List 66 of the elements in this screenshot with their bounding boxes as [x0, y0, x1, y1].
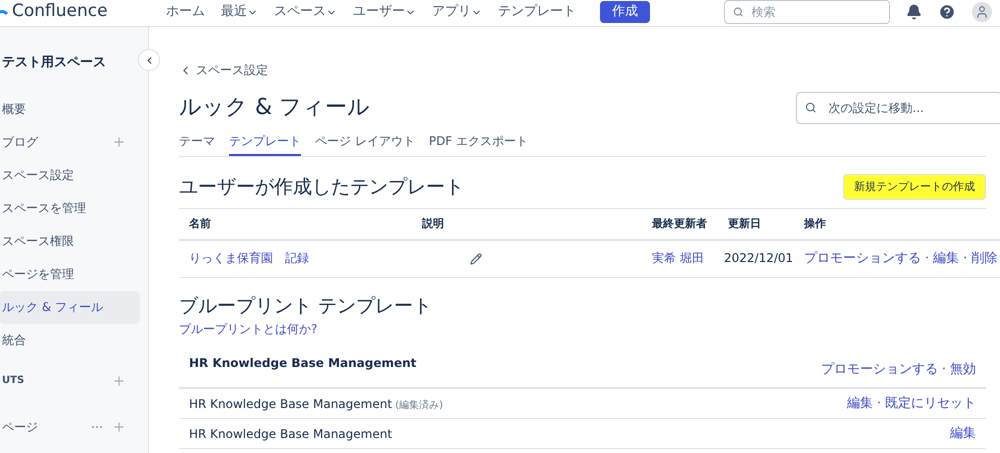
action-link[interactable]: プロモーションする [820, 360, 938, 379]
action-link[interactable]: 削除 [971, 249, 998, 268]
help-link[interactable]: ブループリントとは何か? [179, 320, 318, 338]
sidebar-item[interactable]: ページを管理 [0, 258, 140, 290]
sidebar-item[interactable]: ルック & フィール [0, 290, 140, 324]
nav-menu[interactable]: アプリ [432, 2, 482, 22]
sidebar-item[interactable]: 統合 [0, 324, 140, 356]
column-header: 名前 [179, 208, 412, 241]
sidebar-item[interactable]: スペースを管理 [0, 192, 140, 224]
column-header: 最終更新者 [642, 208, 718, 241]
search-field[interactable]: 検索 [724, 0, 890, 24]
settings-search-field[interactable]: 次の設定に移動... [796, 92, 1000, 124]
blueprint-name: HR Knowledge Base Management [189, 355, 416, 372]
nav-menu[interactable]: ホーム [166, 2, 205, 22]
separator-dot: · [963, 250, 968, 268]
help-icon[interactable] [938, 3, 956, 21]
add-icon[interactable] [112, 135, 126, 149]
sidebar-item[interactable]: ページ [2, 418, 38, 436]
column-header: 操作 [794, 208, 1000, 241]
action-link[interactable]: プロモーションする [804, 249, 921, 268]
tab[interactable]: PDF エクスポート [428, 132, 528, 156]
add-icon[interactable] [112, 374, 126, 388]
tab[interactable]: テーマ [179, 132, 215, 156]
settings-search-input[interactable]: 次の設定に移動... [828, 98, 993, 116]
separator-dot: · [876, 394, 881, 413]
separator-dot: · [925, 250, 930, 268]
blueprint-name: HR Knowledge Base Management (編集済み) [189, 396, 444, 412]
space-title: テスト用スペース [2, 54, 107, 72]
template-link[interactable]: りっくま保育園 記録 [179, 241, 412, 278]
notification-icon[interactable] [906, 4, 922, 20]
add-icon[interactable] [112, 420, 126, 434]
nav-menu[interactable]: スペース [274, 2, 337, 22]
action-link[interactable]: 既定にリセット [885, 394, 976, 414]
column-header: 更新日 [718, 208, 794, 241]
section-label: UTS [2, 374, 24, 388]
action-link[interactable]: 編集 [950, 424, 976, 444]
create-button[interactable]: 作成 [600, 1, 650, 23]
sidebar-item[interactable]: スペース設定 [0, 158, 140, 192]
nav-menu[interactable]: テンプレート [498, 2, 576, 22]
search-input[interactable]: 検索 [752, 3, 881, 21]
sidebar-item[interactable]: スペース権限 [0, 224, 140, 258]
blueprint-name: HR Knowledge Base Management [189, 426, 392, 442]
search-icon [805, 101, 816, 114]
section-heading: ブループリント テンプレート [179, 294, 434, 318]
collapse-button[interactable] [138, 49, 160, 71]
action-link[interactable]: 編集 [846, 394, 873, 414]
nav-menu[interactable]: 最近 [221, 2, 258, 22]
edit-icon[interactable] [470, 252, 482, 265]
action-link[interactable]: 無効 [950, 360, 976, 379]
tab[interactable]: テンプレート [229, 132, 301, 156]
search-icon [733, 6, 744, 18]
column-header: 説明 [412, 208, 642, 241]
tab[interactable]: ページ レイアウト [315, 132, 415, 156]
sidebar-item[interactable]: 概要 [0, 92, 140, 126]
avatar-icon[interactable] [972, 2, 992, 22]
back-link[interactable]: スペース設定 [179, 61, 268, 79]
separator-dot: · [942, 360, 946, 378]
nav-menu[interactable]: ユーザー [353, 2, 416, 22]
table-cell: 2022/12/01 [718, 241, 794, 278]
sidebar-item[interactable]: ブログ [0, 126, 140, 158]
create-template-button[interactable]: 新規テンプレートの作成 [843, 174, 986, 200]
author-link[interactable]: 実希 堀田 [642, 241, 718, 278]
section-heading: ユーザーが作成したテンプレート [179, 175, 464, 200]
page-title: ルック & フィール [179, 94, 370, 122]
action-link[interactable]: 編集 [933, 249, 960, 268]
logo-text: Confluence [12, 0, 108, 24]
